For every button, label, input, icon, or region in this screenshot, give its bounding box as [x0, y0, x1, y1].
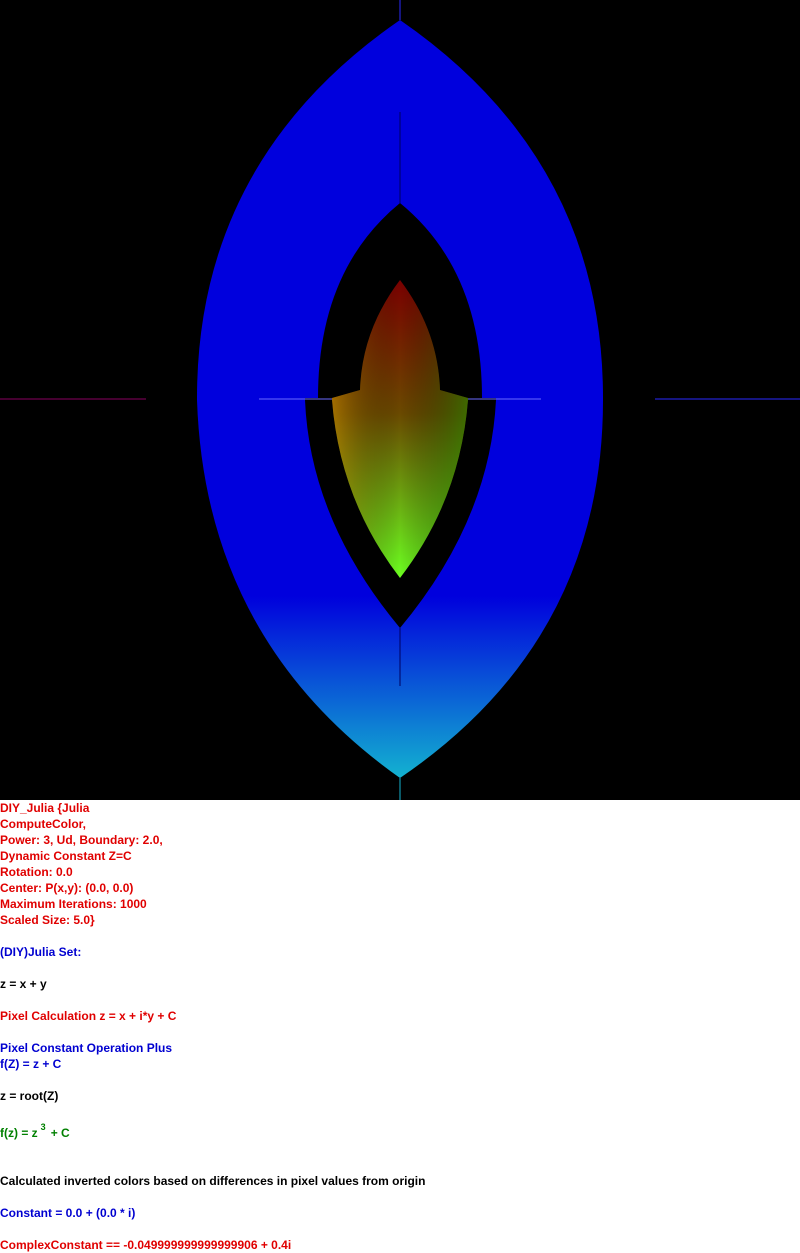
fractal-canvas: [0, 0, 800, 800]
info-pixel-constant-operation: Pixel Constant Operation Plus: [0, 1041, 173, 1055]
info-dynamic-constant: Dynamic Constant Z=C: [0, 849, 132, 863]
info-rotation: Rotation: 0.0: [0, 865, 73, 879]
info-formula: f(z) = z 3 + C: [0, 1122, 70, 1142]
info-z-equation: z = x + y: [0, 977, 47, 991]
info-center: Center: P(x,y): (0.0, 0.0): [0, 881, 134, 895]
formula-rhs: + C: [50, 1126, 70, 1140]
info-z-root: z = root(Z): [0, 1089, 59, 1103]
info-scaled-size: Scaled Size: 5.0}: [0, 913, 95, 927]
info-set-name: (DIY)Julia Set:: [0, 945, 82, 959]
info-panel: DIY_Julia {Julia ComputeColor, Power: 3,…: [0, 800, 800, 1253]
info-power: Power: 3, Ud, Boundary: 2.0,: [0, 833, 163, 847]
info-inverted-colors: Calculated inverted colors based on diff…: [0, 1174, 426, 1188]
info-title: DIY_Julia {Julia: [0, 801, 90, 815]
info-compute-color: ComputeColor,: [0, 817, 86, 831]
info-complex-constant: ComplexConstant == -0.049999999999999906…: [0, 1238, 292, 1252]
info-constant: Constant = 0.0 + (0.0 * i): [0, 1206, 136, 1220]
formula-exponent: 3: [40, 1122, 46, 1132]
info-max-iterations: Maximum Iterations: 1000: [0, 897, 147, 911]
info-fz-equation: f(Z) = z + C: [0, 1057, 62, 1071]
info-pixel-calculation: Pixel Calculation z = x + i*y + C: [0, 1009, 177, 1023]
formula-lhs: f(z) = z: [0, 1126, 38, 1140]
